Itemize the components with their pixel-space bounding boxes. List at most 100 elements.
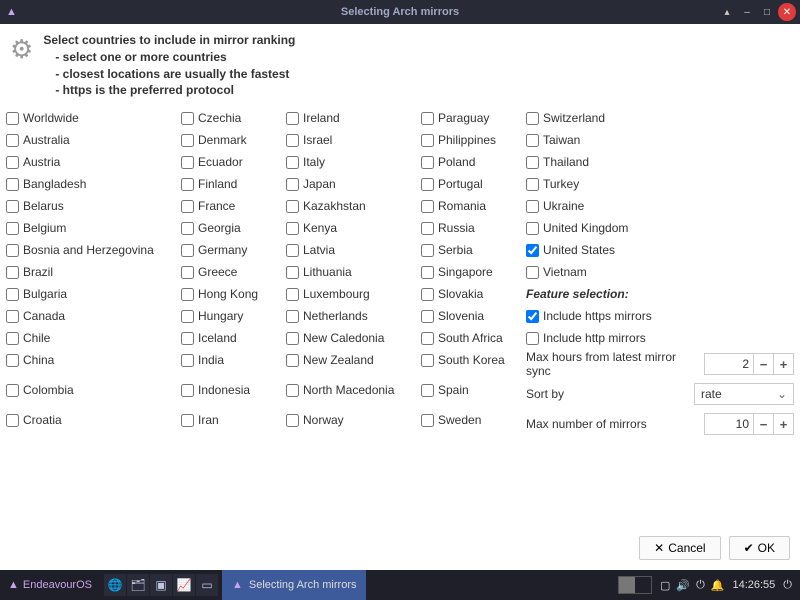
country-checkbox[interactable] (181, 266, 194, 279)
country-chile[interactable]: Chile (6, 331, 181, 345)
country-philippines[interactable]: Philippines (421, 133, 526, 147)
clock[interactable]: 14:26:55 (732, 579, 775, 591)
spinbox[interactable]: 2−+ (704, 353, 794, 375)
maximize-button[interactable]: □ (758, 3, 776, 21)
country-checkbox[interactable] (6, 384, 19, 397)
country-ukraine[interactable]: Ukraine (526, 199, 794, 213)
feature-checkbox[interactable] (526, 332, 539, 345)
country-checkbox[interactable] (286, 112, 299, 125)
country-denmark[interactable]: Denmark (181, 133, 286, 147)
country-kenya[interactable]: Kenya (286, 221, 421, 235)
show-desktop-icon[interactable]: ▭ (196, 574, 218, 596)
country-checkbox[interactable] (181, 384, 194, 397)
cancel-button[interactable]: ✕ Cancel (639, 536, 720, 560)
country-checkbox[interactable] (181, 112, 194, 125)
country-brazil[interactable]: Brazil (6, 265, 181, 279)
country-checkbox[interactable] (181, 332, 194, 345)
country-czechia[interactable]: Czechia (181, 111, 286, 125)
country-checkbox[interactable] (286, 332, 299, 345)
country-netherlands[interactable]: Netherlands (286, 309, 421, 323)
country-checkbox[interactable] (421, 332, 434, 345)
country-checkbox[interactable] (6, 310, 19, 323)
country-checkbox[interactable] (181, 134, 194, 147)
workspace-switcher[interactable] (618, 576, 652, 594)
country-new-zealand[interactable]: New Zealand (286, 353, 421, 367)
country-united-states[interactable]: United States (526, 243, 794, 257)
country-hong-kong[interactable]: Hong Kong (181, 287, 286, 301)
country-bulgaria[interactable]: Bulgaria (6, 287, 181, 301)
country-checkbox[interactable] (421, 414, 434, 427)
country-checkbox[interactable] (181, 200, 194, 213)
country-checkbox[interactable] (421, 266, 434, 279)
country-checkbox[interactable] (181, 178, 194, 191)
country-belarus[interactable]: Belarus (6, 199, 181, 213)
country-italy[interactable]: Italy (286, 155, 421, 169)
country-luxembourg[interactable]: Luxembourg (286, 287, 421, 301)
country-israel[interactable]: Israel (286, 133, 421, 147)
country-checkbox[interactable] (526, 112, 539, 125)
country-kazakhstan[interactable]: Kazakhstan (286, 199, 421, 213)
country-paraguay[interactable]: Paraguay (421, 111, 526, 125)
country-checkbox[interactable] (181, 288, 194, 301)
country-checkbox[interactable] (421, 156, 434, 169)
monitor-icon[interactable]: 📈 (173, 574, 195, 596)
country-checkbox[interactable] (286, 200, 299, 213)
tray-display-icon[interactable]: ▢ (660, 579, 670, 592)
country-canada[interactable]: Canada (6, 309, 181, 323)
terminal-icon[interactable]: ▣ (150, 574, 172, 596)
country-checkbox[interactable] (421, 222, 434, 235)
country-checkbox[interactable] (6, 134, 19, 147)
country-bosnia-and-herzegovina[interactable]: Bosnia and Herzegovina (6, 243, 181, 257)
country-checkbox[interactable] (421, 384, 434, 397)
country-taiwan[interactable]: Taiwan (526, 133, 794, 147)
country-checkbox[interactable] (421, 288, 434, 301)
stay-on-top-button[interactable]: ▴ (718, 3, 736, 21)
country-checkbox[interactable] (526, 134, 539, 147)
country-checkbox[interactable] (6, 156, 19, 169)
filemanager-icon[interactable]: 🗂 (127, 574, 149, 596)
country-checkbox[interactable] (526, 178, 539, 191)
feature-https[interactable]: Include https mirrors (526, 309, 794, 323)
country-checkbox[interactable] (526, 222, 539, 235)
country-checkbox[interactable] (181, 222, 194, 235)
country-new-caledonia[interactable]: New Caledonia (286, 331, 421, 345)
spin-value[interactable]: 10 (705, 414, 753, 434)
country-slovenia[interactable]: Slovenia (421, 309, 526, 323)
country-thailand[interactable]: Thailand (526, 155, 794, 169)
country-finland[interactable]: Finland (181, 177, 286, 191)
country-checkbox[interactable] (6, 200, 19, 213)
country-checkbox[interactable] (526, 244, 539, 257)
country-south-africa[interactable]: South Africa (421, 331, 526, 345)
country-georgia[interactable]: Georgia (181, 221, 286, 235)
country-checkbox[interactable] (286, 288, 299, 301)
country-checkbox[interactable] (6, 354, 19, 367)
country-checkbox[interactable] (6, 266, 19, 279)
spin-minus[interactable]: − (753, 414, 773, 434)
country-checkbox[interactable] (6, 414, 19, 427)
country-checkbox[interactable] (286, 244, 299, 257)
country-checkbox[interactable] (181, 414, 194, 427)
country-singapore[interactable]: Singapore (421, 265, 526, 279)
country-slovakia[interactable]: Slovakia (421, 287, 526, 301)
country-checkbox[interactable] (286, 178, 299, 191)
country-checkbox[interactable] (526, 266, 539, 279)
country-latvia[interactable]: Latvia (286, 243, 421, 257)
country-checkbox[interactable] (421, 112, 434, 125)
country-india[interactable]: India (181, 353, 286, 367)
country-croatia[interactable]: Croatia (6, 413, 181, 427)
feature-http[interactable]: Include http mirrors (526, 331, 794, 345)
sortby-combo[interactable]: rate (694, 383, 794, 405)
country-bangladesh[interactable]: Bangladesh (6, 177, 181, 191)
country-checkbox[interactable] (6, 222, 19, 235)
country-checkbox[interactable] (6, 112, 19, 125)
spin-minus[interactable]: − (753, 354, 773, 374)
country-checkbox[interactable] (421, 310, 434, 323)
country-belgium[interactable]: Belgium (6, 221, 181, 235)
country-china[interactable]: China (6, 353, 181, 367)
country-checkbox[interactable] (286, 310, 299, 323)
country-ecuador[interactable]: Ecuador (181, 155, 286, 169)
country-greece[interactable]: Greece (181, 265, 286, 279)
country-checkbox[interactable] (421, 178, 434, 191)
country-checkbox[interactable] (286, 414, 299, 427)
country-checkbox[interactable] (6, 178, 19, 191)
